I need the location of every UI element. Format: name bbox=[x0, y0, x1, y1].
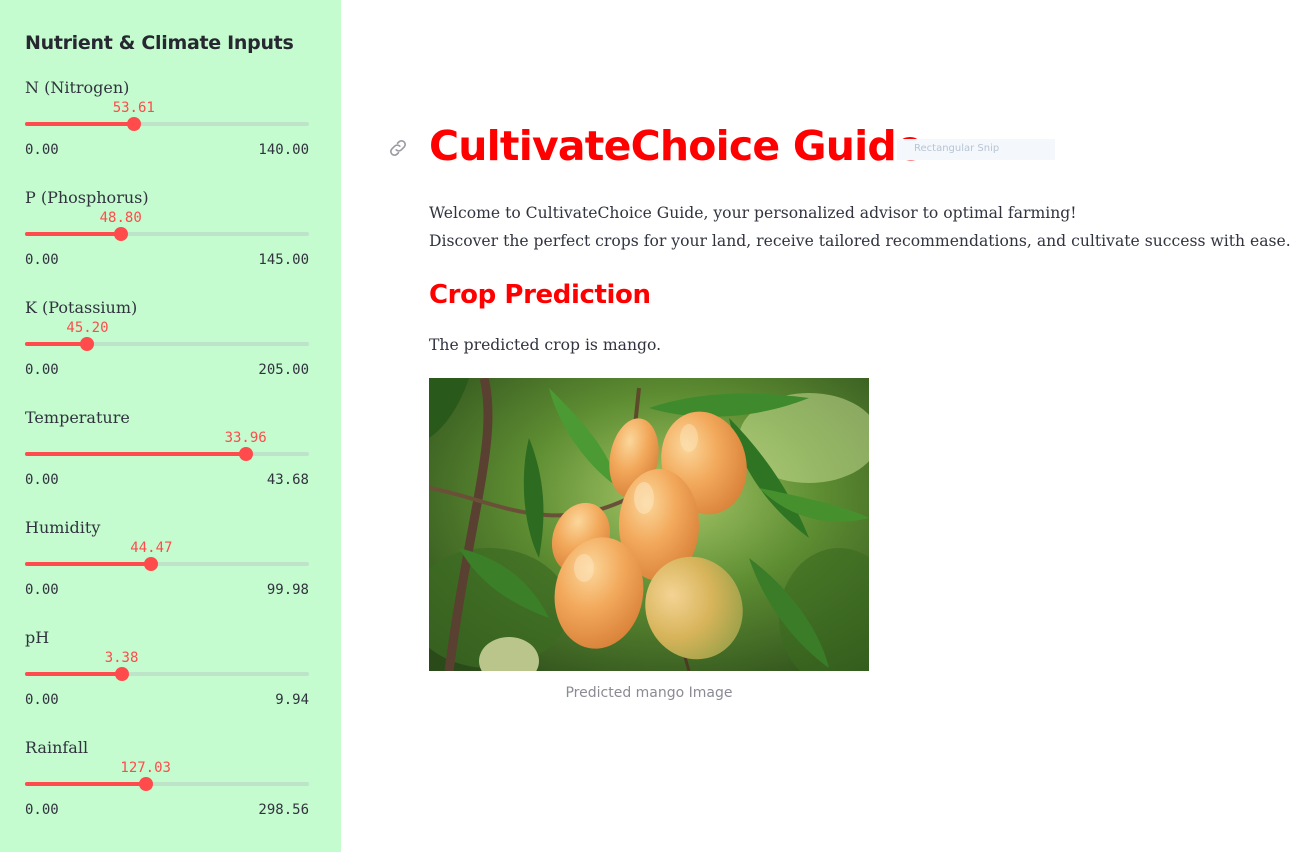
slider-fill bbox=[25, 782, 146, 786]
slider-min: 0.00 bbox=[25, 362, 59, 378]
slider-temperature[interactable]: Temperature 33.96 0.00 43.68 bbox=[25, 408, 309, 508]
slider-thumb[interactable] bbox=[238, 447, 253, 461]
slider-value: 48.80 bbox=[99, 210, 142, 226]
slider-potassium[interactable]: K (Potassium) 45.20 0.00 205.00 bbox=[25, 298, 309, 398]
slider-ph[interactable]: pH 3.38 0.00 9.94 bbox=[25, 628, 309, 728]
snip-overlay: Rectangular Snip bbox=[897, 139, 1055, 160]
slider-fill bbox=[25, 122, 134, 126]
slider-label: P (Phosphorus) bbox=[25, 188, 149, 207]
slider-label: N (Nitrogen) bbox=[25, 78, 130, 97]
slider-fill bbox=[25, 342, 88, 346]
mango-photo bbox=[429, 378, 869, 671]
slider-track[interactable] bbox=[25, 117, 309, 131]
slider-max: 145.00 bbox=[258, 252, 309, 268]
slider-thumb[interactable] bbox=[113, 227, 128, 241]
slider-label: K (Potassium) bbox=[25, 298, 138, 317]
slider-max: 298.56 bbox=[258, 802, 309, 818]
slider-nitrogen[interactable]: N (Nitrogen) 53.61 0.00 140.00 bbox=[25, 78, 309, 178]
mango-photo-graphic bbox=[429, 378, 869, 671]
slider-phosphorus[interactable]: P (Phosphorus) 48.80 0.00 145.00 bbox=[25, 188, 309, 288]
image-caption: Predicted mango Image bbox=[565, 685, 733, 701]
page-title: CultivateChoice Guide bbox=[429, 122, 924, 170]
slider-fill bbox=[25, 562, 152, 566]
section-title: Crop Prediction bbox=[429, 280, 651, 310]
slider-max: 205.00 bbox=[258, 362, 309, 378]
sidebar: Nutrient & Climate Inputs N (Nitrogen) 5… bbox=[0, 0, 341, 852]
slider-label: Humidity bbox=[25, 518, 101, 537]
slider-value: 44.47 bbox=[130, 540, 173, 556]
slider-max: 43.68 bbox=[266, 472, 309, 488]
slider-humidity[interactable]: Humidity 44.47 0.00 99.98 bbox=[25, 518, 309, 618]
slider-label: Temperature bbox=[25, 408, 130, 427]
slider-value: 127.03 bbox=[120, 760, 171, 776]
slider-fill bbox=[25, 232, 121, 236]
slider-thumb[interactable] bbox=[114, 667, 129, 681]
intro-text: Welcome to CultivateChoice Guide, your p… bbox=[429, 199, 1291, 255]
slider-min: 0.00 bbox=[25, 252, 59, 268]
slider-thumb[interactable] bbox=[144, 557, 159, 571]
slider-thumb[interactable] bbox=[126, 117, 141, 131]
slider-value: 33.96 bbox=[224, 430, 267, 446]
intro-line-2: Discover the perfect crops for your land… bbox=[429, 232, 1291, 250]
slider-track[interactable] bbox=[25, 777, 309, 791]
slider-track[interactable] bbox=[25, 337, 309, 351]
slider-fill bbox=[25, 672, 122, 676]
slider-value: 45.20 bbox=[66, 320, 109, 336]
main-content: CultivateChoice Guide Rectangular Snip W… bbox=[341, 0, 1309, 852]
slider-value: 53.61 bbox=[112, 100, 155, 116]
slider-rainfall[interactable]: Rainfall 127.03 0.00 298.56 bbox=[25, 738, 309, 838]
slider-thumb[interactable] bbox=[138, 777, 153, 791]
slider-track[interactable] bbox=[25, 557, 309, 571]
slider-value: 3.38 bbox=[104, 650, 139, 666]
slider-min: 0.00 bbox=[25, 802, 59, 818]
slider-min: 0.00 bbox=[25, 582, 59, 598]
slider-min: 0.00 bbox=[25, 142, 59, 158]
slider-track[interactable] bbox=[25, 667, 309, 681]
slider-track[interactable] bbox=[25, 227, 309, 241]
slider-label: Rainfall bbox=[25, 738, 89, 757]
slider-thumb[interactable] bbox=[80, 337, 95, 351]
slider-max: 99.98 bbox=[266, 582, 309, 598]
slider-max: 9.94 bbox=[275, 692, 309, 708]
slider-max: 140.00 bbox=[258, 142, 309, 158]
slider-min: 0.00 bbox=[25, 472, 59, 488]
slider-min: 0.00 bbox=[25, 692, 59, 708]
slider-fill bbox=[25, 452, 246, 456]
link-icon[interactable] bbox=[387, 137, 409, 159]
prediction-text: The predicted crop is mango. bbox=[429, 336, 662, 354]
sidebar-title: Nutrient & Climate Inputs bbox=[25, 32, 294, 54]
slider-label: pH bbox=[25, 628, 50, 647]
intro-line-1: Welcome to CultivateChoice Guide, your p… bbox=[429, 204, 1077, 222]
slider-track[interactable] bbox=[25, 447, 309, 461]
